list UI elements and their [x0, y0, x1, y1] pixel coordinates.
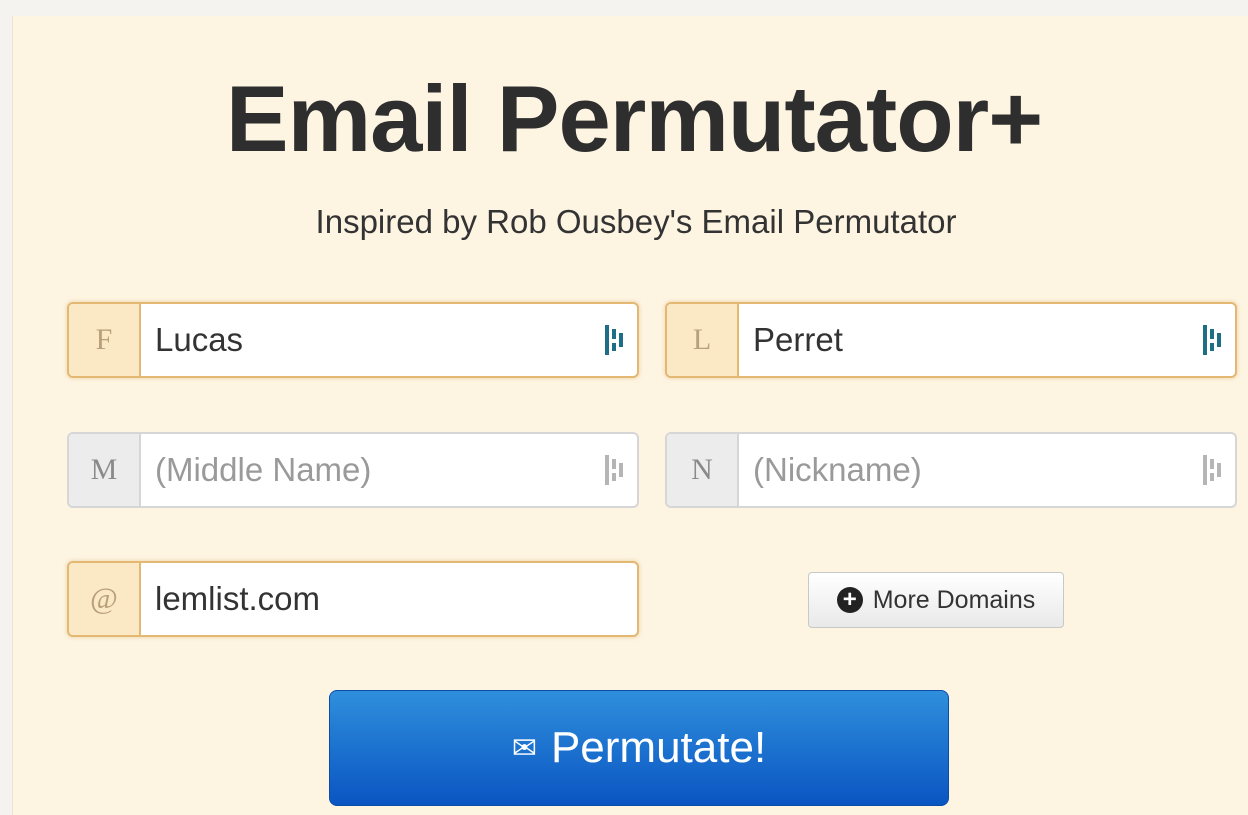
envelope-icon: ✉ — [511, 731, 537, 765]
password-manager-icon[interactable] — [1191, 304, 1235, 376]
nickname-input[interactable]: (Nickname) — [739, 434, 1191, 506]
first-name-field[interactable]: F Lucas — [67, 302, 639, 378]
permutate-label: Permutate! — [550, 723, 767, 772]
permutate-button[interactable]: ✉ Permutate! — [329, 690, 949, 806]
middle-name-input[interactable]: (Middle Name) — [141, 434, 593, 506]
middle-name-field[interactable]: M (Middle Name) — [67, 432, 639, 508]
password-manager-icon[interactable] — [1191, 434, 1235, 506]
password-manager-icon[interactable] — [593, 434, 637, 506]
first-name-prefix: F — [69, 304, 141, 376]
more-domains-label: More Domains — [872, 585, 1036, 614]
page-title: Email Permutator+ — [225, 66, 1043, 171]
last-name-prefix: L — [667, 304, 739, 376]
domain-prefix: @ — [69, 563, 141, 635]
last-name-input[interactable]: Perret — [739, 304, 1191, 376]
domain-field[interactable]: @ lemlist.com — [67, 561, 639, 637]
password-manager-icon[interactable] — [593, 304, 637, 376]
middle-name-prefix: M — [69, 434, 141, 506]
first-name-input[interactable]: Lucas — [141, 304, 593, 376]
plus-circle-icon: + — [836, 587, 863, 613]
more-domains-button[interactable]: + More Domains — [808, 572, 1064, 628]
page-subtitle: Inspired by Rob Ousbey's Email Permutato… — [315, 203, 957, 240]
nickname-field[interactable]: N (Nickname) — [665, 432, 1237, 508]
domain-input[interactable]: lemlist.com — [141, 563, 637, 635]
nickname-prefix: N — [667, 434, 739, 506]
last-name-field[interactable]: L Perret — [665, 302, 1237, 378]
